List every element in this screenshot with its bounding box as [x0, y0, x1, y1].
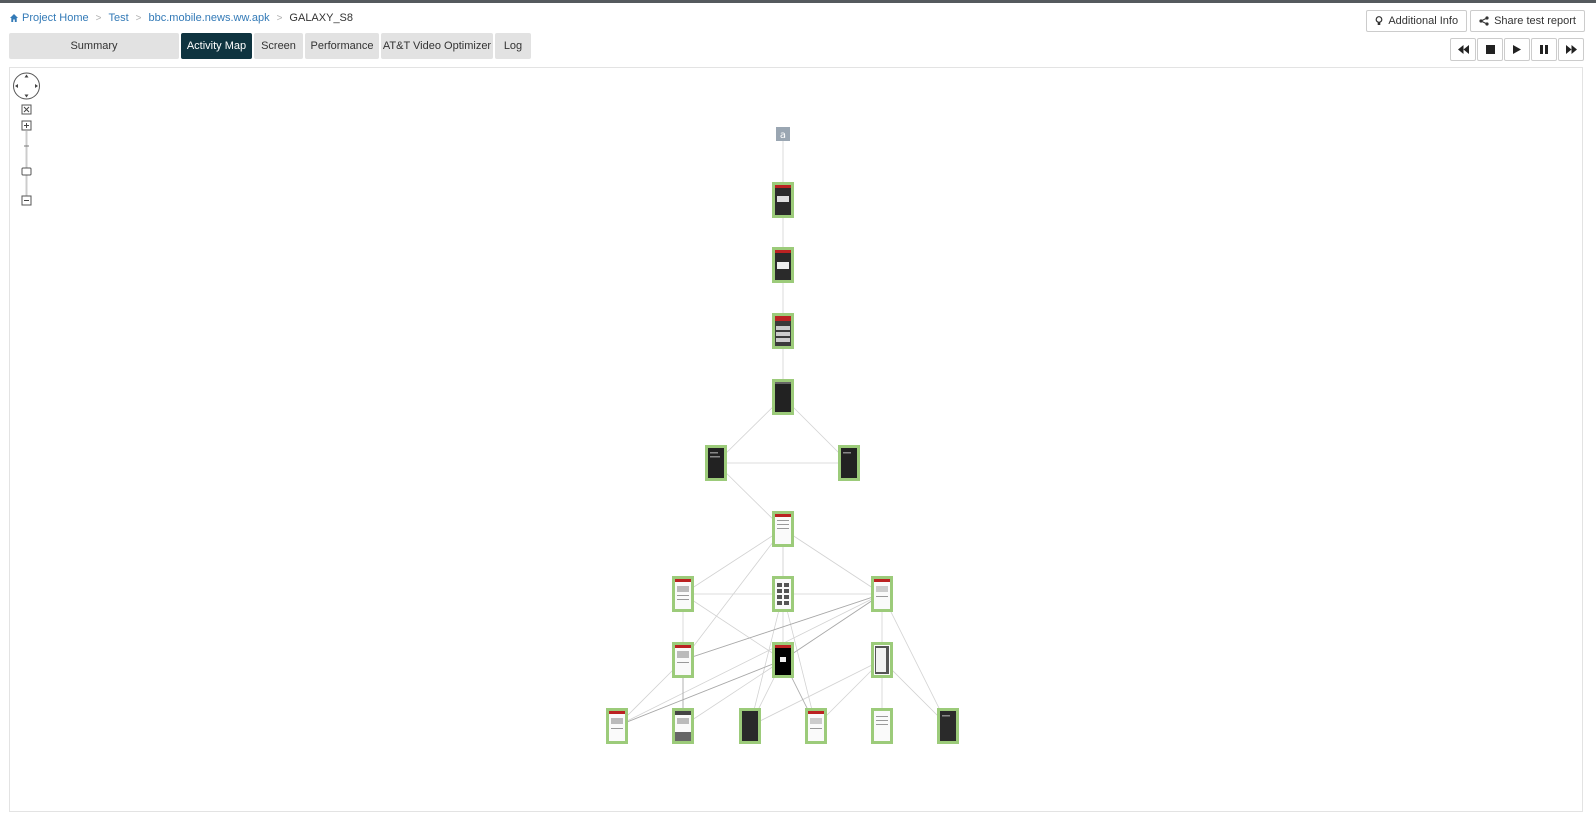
screen-node[interactable]	[772, 576, 794, 612]
activity-map-canvas[interactable]: a	[9, 67, 1583, 812]
fast-forward-icon	[1565, 45, 1577, 54]
pause-icon	[1540, 45, 1548, 54]
additional-info-label: Additional Info	[1388, 15, 1459, 27]
share-report-label: Share test report	[1494, 15, 1576, 27]
screen-node[interactable]	[937, 708, 959, 744]
fast-forward-button[interactable]	[1558, 38, 1584, 61]
breadcrumb-app[interactable]: bbc.mobile.news.ww.apk	[149, 12, 270, 24]
report-actions: Additional Info Share test report	[1366, 10, 1585, 32]
breadcrumb-separator: >	[95, 12, 102, 24]
graph-edges	[616, 134, 949, 727]
screen-node[interactable]	[672, 708, 694, 744]
screen-node[interactable]	[871, 642, 893, 678]
stop-icon	[1485, 45, 1495, 54]
screen-node[interactable]	[772, 313, 794, 349]
screen-node[interactable]	[772, 511, 794, 547]
breadcrumb-device: GALAXY_S8	[289, 12, 354, 24]
playback-controls	[1450, 38, 1584, 61]
stop-button[interactable]	[1477, 38, 1503, 61]
tab-bar: Summary Activity Map Screen Performance …	[9, 33, 531, 59]
home-icon	[10, 14, 18, 22]
screen-node[interactable]	[871, 576, 893, 612]
tab-summary[interactable]: Summary	[9, 33, 179, 59]
lightbulb-icon	[1375, 16, 1383, 25]
screen-node[interactable]	[772, 247, 794, 283]
screen-node[interactable]	[838, 445, 860, 481]
tab-video-optimizer[interactable]: AT&T Video Optimizer	[381, 33, 493, 59]
tab-screen[interactable]: Screen	[254, 33, 303, 59]
screen-node[interactable]	[772, 182, 794, 218]
screen-node[interactable]	[672, 642, 694, 678]
breadcrumb-project-home[interactable]: Project Home	[22, 12, 89, 24]
screen-node[interactable]	[606, 708, 628, 744]
tab-log[interactable]: Log	[495, 33, 531, 59]
play-icon	[1513, 45, 1521, 54]
screen-node[interactable]	[739, 708, 761, 744]
screen-node[interactable]	[772, 642, 794, 678]
share-report-button[interactable]: Share test report	[1470, 10, 1585, 32]
tab-performance[interactable]: Performance	[305, 33, 379, 59]
tab-activity-map[interactable]: Activity Map	[181, 33, 252, 59]
screen-node[interactable]	[672, 576, 694, 612]
breadcrumb: Project Home > Test > bbc.mobile.news.ww…	[9, 12, 353, 24]
screen-node[interactable]	[705, 445, 727, 481]
additional-info-button[interactable]: Additional Info	[1366, 10, 1468, 32]
screen-node[interactable]	[805, 708, 827, 744]
play-button[interactable]	[1504, 38, 1530, 61]
screen-node[interactable]	[871, 708, 893, 744]
pause-button[interactable]	[1531, 38, 1557, 61]
top-border	[0, 0, 1596, 3]
rewind-button[interactable]	[1450, 38, 1476, 61]
rewind-icon	[1457, 45, 1469, 54]
breadcrumb-test[interactable]: Test	[108, 12, 128, 24]
screen-node[interactable]	[772, 379, 794, 415]
share-icon	[1479, 16, 1489, 26]
activity-graph: a	[606, 127, 959, 744]
start-node[interactable]: a	[776, 127, 790, 141]
start-node-label: a	[780, 130, 786, 141]
breadcrumb-separator: >	[135, 12, 142, 24]
breadcrumb-separator: >	[276, 12, 283, 24]
